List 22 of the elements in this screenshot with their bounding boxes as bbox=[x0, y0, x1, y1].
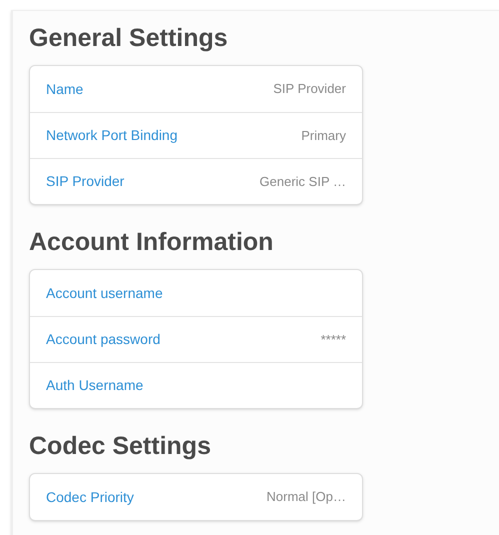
settings-row[interactable]: Network Port Binding Primary bbox=[30, 112, 362, 158]
section-heading: Account Information bbox=[29, 227, 274, 257]
settings-row[interactable]: Name SIP Provider bbox=[30, 66, 362, 112]
setting-label: Auth Username bbox=[46, 376, 144, 395]
settings-row[interactable]: Codec Priority Normal [Op… bbox=[30, 474, 362, 520]
settings-row[interactable]: Auth Username bbox=[30, 362, 362, 408]
setting-value: SIP Provider bbox=[273, 80, 346, 98]
section-heading: Codec Settings bbox=[29, 431, 212, 461]
setting-value: Normal [Op… bbox=[266, 488, 346, 506]
setting-value: ***** bbox=[320, 330, 346, 349]
section-heading: General Settings bbox=[29, 23, 229, 53]
settings-row[interactable]: Account username bbox=[30, 270, 362, 316]
setting-label: Name bbox=[46, 80, 84, 98]
setting-label: Codec Priority bbox=[46, 488, 134, 507]
setting-label: SIP Provider bbox=[46, 172, 124, 191]
setting-value: Primary bbox=[301, 126, 346, 145]
setting-value: Generic SIP … bbox=[260, 172, 346, 191]
setting-label: Account password bbox=[46, 330, 160, 349]
settings-row[interactable]: SIP Provider Generic SIP … bbox=[30, 158, 362, 204]
setting-label: Network Port Binding bbox=[46, 126, 178, 145]
setting-label: Account username bbox=[46, 284, 163, 302]
settings-row[interactable]: Account password ***** bbox=[30, 316, 362, 362]
